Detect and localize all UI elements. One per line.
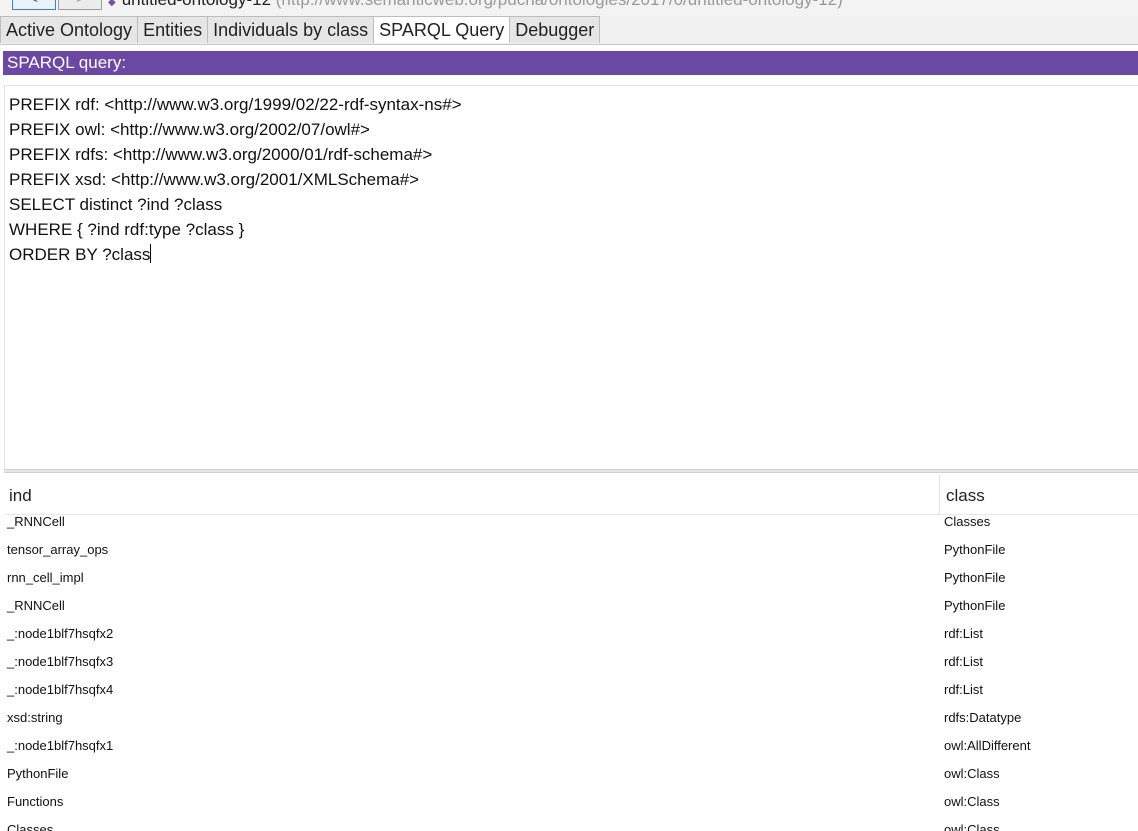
tab-sparql-query[interactable]: SPARQL Query bbox=[373, 16, 511, 43]
ontology-name: untitled-ontology-12 bbox=[122, 0, 271, 9]
sparql-panel-title: SPARQL query: bbox=[3, 51, 1138, 75]
query-line: WHERE { ?ind rdf:type ?class } bbox=[9, 220, 245, 239]
ontology-title: ◆ untitled-ontology-12 (http://www.semant… bbox=[108, 0, 843, 10]
tab-debugger[interactable]: Debugger bbox=[509, 16, 601, 43]
cell-class: owl:Class bbox=[944, 822, 1000, 831]
query-line: PREFIX rdf: <http://www.w3.org/1999/02/2… bbox=[9, 95, 462, 114]
cell-class: rdf:List bbox=[944, 654, 984, 669]
forward-button[interactable]: > bbox=[58, 0, 102, 10]
cell-ind: _:node1blf7hsqfx1 bbox=[7, 738, 114, 753]
table-row[interactable]: _:node1blf7hsqfx2 rdf:List bbox=[4, 620, 1138, 648]
cell-class: PythonFile bbox=[944, 542, 1006, 557]
column-header-ind[interactable]: ind bbox=[4, 474, 940, 514]
table-row[interactable]: _RNNCell PythonFile bbox=[4, 592, 1138, 620]
table-row[interactable]: Classes owl:Class bbox=[4, 816, 1138, 831]
protege-window: < > ◆ untitled-ontology-12 (http://www.se… bbox=[0, 0, 1138, 831]
cell-ind: _:node1blf7hsqfx3 bbox=[7, 654, 114, 669]
table-row[interactable]: _:node1blf7hsqfx4 rdf:List bbox=[4, 676, 1138, 704]
text-caret bbox=[150, 244, 152, 263]
tab-bar: Active Ontology Entities Individuals by … bbox=[0, 16, 1138, 45]
table-row[interactable]: Functions owl:Class bbox=[4, 788, 1138, 816]
query-line-text: ORDER BY ?class bbox=[9, 245, 151, 264]
cell-class: rdf:List bbox=[944, 682, 984, 697]
cell-ind: Classes bbox=[7, 822, 54, 831]
cell-ind: rnn_cell_impl bbox=[7, 570, 84, 585]
query-line: PREFIX owl: <http://www.w3.org/2002/07/o… bbox=[9, 120, 370, 139]
cell-ind: tensor_array_ops bbox=[7, 542, 109, 557]
results-table: _RNNCell Classes tensor_array_ops Python… bbox=[4, 474, 1138, 831]
column-header-class[interactable]: class bbox=[940, 474, 1138, 514]
sparql-query-editor[interactable]: PREFIX rdf: <http://www.w3.org/1999/02/2… bbox=[4, 85, 1138, 469]
cell-ind: xsd:string bbox=[7, 710, 63, 725]
cell-ind: _:node1blf7hsqfx2 bbox=[7, 626, 114, 641]
ontology-iri: (http://www.semanticweb.org/pucha/ontolo… bbox=[276, 0, 843, 9]
results-table-header: ind class bbox=[4, 474, 1138, 515]
editor-results-splitter[interactable] bbox=[4, 469, 1138, 473]
query-line-last: ORDER BY ?class bbox=[9, 242, 1138, 267]
tab-active-ontology[interactable]: Active Ontology bbox=[0, 16, 139, 43]
cell-class: owl:AllDifferent bbox=[944, 738, 1031, 753]
back-button[interactable]: < bbox=[12, 0, 56, 10]
cell-ind: _:node1blf7hsqfx4 bbox=[7, 682, 114, 697]
cell-class: owl:Class bbox=[944, 766, 1000, 781]
results-table-body: _RNNCell Classes tensor_array_ops Python… bbox=[4, 508, 1138, 831]
tab-entities[interactable]: Entities bbox=[137, 16, 209, 43]
ontology-bullet-icon: ◆ bbox=[108, 0, 116, 8]
query-line: SELECT distinct ?ind ?class bbox=[9, 195, 223, 214]
table-row[interactable]: PythonFile owl:Class bbox=[4, 760, 1138, 788]
cell-class: PythonFile bbox=[944, 598, 1006, 613]
cell-ind: PythonFile bbox=[7, 766, 69, 781]
query-line: PREFIX xsd: <http://www.w3.org/2001/XMLS… bbox=[9, 170, 420, 189]
cell-ind: _RNNCell bbox=[7, 598, 65, 613]
cell-ind: Functions bbox=[7, 794, 64, 809]
ontology-address-bar: < > ◆ untitled-ontology-12 (http://www.se… bbox=[0, 0, 1138, 17]
table-row[interactable]: xsd:string rdfs:Datatype bbox=[4, 704, 1138, 732]
cell-class: owl:Class bbox=[944, 794, 1000, 809]
cell-class: rdf:List bbox=[944, 626, 984, 641]
table-row[interactable]: rnn_cell_impl PythonFile bbox=[4, 564, 1138, 592]
cell-class: rdfs:Datatype bbox=[944, 710, 1022, 725]
tab-individuals-by-class[interactable]: Individuals by class bbox=[207, 16, 375, 43]
table-row[interactable]: _:node1blf7hsqfx3 rdf:List bbox=[4, 648, 1138, 676]
table-row[interactable]: tensor_array_ops PythonFile bbox=[4, 536, 1138, 564]
table-row[interactable]: _:node1blf7hsqfx1 owl:AllDifferent bbox=[4, 732, 1138, 760]
query-line: PREFIX rdfs: <http://www.w3.org/2000/01/… bbox=[9, 145, 433, 164]
cell-class: PythonFile bbox=[944, 570, 1006, 585]
